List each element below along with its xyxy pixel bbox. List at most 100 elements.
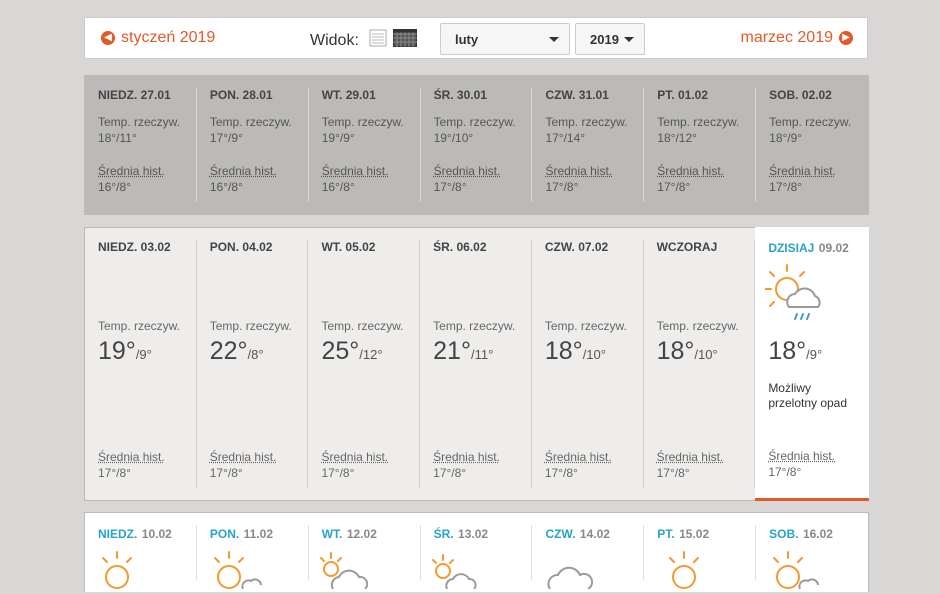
day-cell[interactable]: WCZORAJ Temp. rzeczyw. 18°/10° Średnia hi… bbox=[644, 228, 756, 500]
temp-low: /9° bbox=[136, 347, 152, 362]
year-select-value: 2019 bbox=[590, 32, 619, 47]
temp-label: Temp. rzeczyw. bbox=[545, 115, 627, 129]
chevron-down-icon bbox=[624, 37, 634, 42]
sun-cloud-icon bbox=[207, 549, 267, 594]
prev-month-link[interactable]: ◀ styczeń 2019 bbox=[101, 29, 215, 47]
hist-label[interactable]: Średnia hist. bbox=[434, 164, 501, 178]
day-name: WCZORAJ bbox=[657, 240, 756, 254]
arrow-left-icon: ◀ bbox=[101, 31, 115, 45]
temp-label: Temp. rzeczyw. bbox=[657, 115, 739, 129]
month-select[interactable]: luty bbox=[440, 23, 570, 55]
day-name: CZW. 07.02 bbox=[545, 240, 644, 254]
hist-label[interactable]: Średnia hist. bbox=[768, 449, 835, 463]
temp-low: /10° bbox=[694, 347, 717, 362]
hist-label[interactable]: Średnia hist. bbox=[545, 450, 612, 464]
day-name: PT. 01.02 bbox=[657, 88, 756, 102]
temp-value: 18°/9° bbox=[769, 131, 851, 145]
today-date: 09.02 bbox=[819, 241, 849, 255]
day-cell[interactable]: PON. 28.01 Temp. rzeczyw. 17°/9° Średnia … bbox=[197, 76, 309, 214]
temp-high: 25° bbox=[321, 337, 359, 365]
day-cell[interactable]: CZW. 14.02 bbox=[532, 513, 644, 592]
temp-high: 21° bbox=[433, 337, 471, 365]
day-date: 15.02 bbox=[679, 527, 709, 541]
day-cell[interactable]: WT. 05.02 Temp. rzeczyw. 25°/12° Średnia … bbox=[308, 228, 420, 500]
week-row-2: NIEDZ. 03.02 Temp. rzeczyw. 19°/9° Średni… bbox=[84, 227, 869, 501]
hist-label[interactable]: Średnia hist. bbox=[433, 450, 500, 464]
week-row-1: NIEDZ. 27.01 Temp. rzeczyw. 18°/11° Średn… bbox=[84, 75, 869, 215]
day-cell[interactable]: NIEDZ. 27.01 Temp. rzeczyw. 18°/11° Średn… bbox=[85, 76, 197, 214]
weather-description: Możliwy przelotny opad bbox=[768, 381, 848, 411]
temp-high: 18° bbox=[545, 337, 583, 365]
day-cell[interactable]: PON. 04.02 Temp. rzeczyw. 22°/8° Średnia … bbox=[197, 228, 309, 500]
hist-label[interactable]: Średnia hist. bbox=[545, 164, 612, 178]
arrow-right-icon: ▶ bbox=[839, 31, 853, 45]
hist-label[interactable]: Średnia hist. bbox=[322, 164, 389, 178]
temp-value: 17°/14° bbox=[545, 131, 627, 145]
chevron-down-icon bbox=[549, 37, 559, 42]
hist-value: 16°/8° bbox=[322, 180, 389, 194]
temp-value: 18°/12° bbox=[657, 131, 739, 145]
temp-high: 19° bbox=[98, 337, 136, 365]
week-row-3: NIEDZ. 10.02 PON. 11.02 WT. 12.02 ŚR. 13… bbox=[84, 512, 869, 592]
day-cell[interactable]: NIEDZ. 03.02 Temp. rzeczyw. 19°/9° Średni… bbox=[85, 228, 197, 500]
day-cell[interactable]: NIEDZ. 10.02 bbox=[85, 513, 197, 592]
hist-label[interactable]: Średnia hist. bbox=[210, 450, 277, 464]
today-cell[interactable]: DZISIAJ 09.02 18°/9° Możliwy przelotny o… bbox=[755, 227, 869, 501]
hist-label[interactable]: Średnia hist. bbox=[321, 450, 388, 464]
day-name: SOB. 02.02 bbox=[769, 88, 868, 102]
month-select-value: luty bbox=[455, 32, 478, 47]
day-name: NIEDZ. 27.01 bbox=[98, 88, 197, 102]
partly-cloudy-icon bbox=[319, 549, 379, 594]
hist-label[interactable]: Średnia hist. bbox=[769, 164, 836, 178]
day-name: ŚR. bbox=[434, 527, 454, 541]
temp-high: 18° bbox=[768, 337, 806, 365]
day-cell[interactable]: SOB. 02.02 Temp. rzeczyw. 18°/9° Średnia … bbox=[756, 76, 868, 214]
day-cell[interactable]: ŚR. 06.02 Temp. rzeczyw. 21°/11° Średnia … bbox=[420, 228, 532, 500]
next-month-label: marzec 2019 bbox=[741, 29, 834, 47]
hist-value: 17°/8° bbox=[545, 466, 612, 480]
temp-low: /12° bbox=[359, 347, 382, 362]
hist-label[interactable]: Średnia hist. bbox=[210, 164, 277, 178]
day-date: 14.02 bbox=[580, 527, 610, 541]
day-cell[interactable]: CZW. 07.02 Temp. rzeczyw. 18°/10° Średnia… bbox=[532, 228, 644, 500]
day-cell[interactable]: SOB. 16.02 bbox=[756, 513, 868, 592]
calendar-view-icon[interactable] bbox=[393, 29, 417, 52]
day-date: 16.02 bbox=[803, 527, 833, 541]
prev-month-label: styczeń 2019 bbox=[121, 29, 215, 47]
day-cell[interactable]: PT. 01.02 Temp. rzeczyw. 18°/12° Średnia … bbox=[644, 76, 756, 214]
hist-label[interactable]: Średnia hist. bbox=[657, 164, 724, 178]
temp-label: Temp. rzeczyw. bbox=[434, 115, 516, 129]
day-cell[interactable]: WT. 29.01 Temp. rzeczyw. 19°/9° Średnia h… bbox=[309, 76, 421, 214]
next-month-link[interactable]: marzec 2019 ▶ bbox=[741, 29, 854, 47]
hist-label[interactable]: Średnia hist. bbox=[657, 450, 724, 464]
day-cell[interactable]: PON. 11.02 bbox=[197, 513, 309, 592]
sun-icon bbox=[654, 549, 704, 594]
day-cell[interactable]: WT. 12.02 bbox=[309, 513, 421, 592]
partly-cloudy-icon bbox=[431, 549, 491, 594]
hist-label[interactable]: Średnia hist. bbox=[98, 164, 165, 178]
day-cell[interactable]: PT. 15.02 bbox=[644, 513, 756, 592]
day-name: PON. 04.02 bbox=[210, 240, 309, 254]
hist-value: 17°/8° bbox=[210, 466, 277, 480]
day-name: WT. bbox=[322, 527, 343, 541]
hist-value: 17°/8° bbox=[769, 180, 836, 194]
temp-label: Temp. rzeczyw. bbox=[321, 319, 403, 333]
temp-label: Temp. rzeczyw. bbox=[210, 319, 292, 333]
year-select[interactable]: 2019 bbox=[575, 23, 645, 55]
hist-value: 17°/8° bbox=[434, 180, 501, 194]
day-cell[interactable]: CZW. 31.01 Temp. rzeczyw. 17°/14° Średnia… bbox=[532, 76, 644, 214]
day-name: PON. bbox=[210, 527, 239, 541]
list-view-icon[interactable] bbox=[369, 29, 387, 52]
temp-value: 17°/9° bbox=[210, 131, 292, 145]
partly-cloudy-rain-icon bbox=[765, 263, 829, 332]
day-name: CZW. 31.01 bbox=[545, 88, 644, 102]
day-cell[interactable]: ŚR. 30.01 Temp. rzeczyw. 19°/10° Średnia … bbox=[421, 76, 533, 214]
cloud-icon bbox=[542, 549, 602, 594]
temp-high: 18° bbox=[657, 337, 695, 365]
day-name: PON. 28.01 bbox=[210, 88, 309, 102]
temp-low: /8° bbox=[248, 347, 264, 362]
hist-label[interactable]: Średnia hist. bbox=[98, 450, 165, 464]
hist-value: 17°/8° bbox=[657, 466, 724, 480]
day-date: 11.02 bbox=[244, 527, 273, 541]
day-cell[interactable]: ŚR. 13.02 bbox=[421, 513, 533, 592]
